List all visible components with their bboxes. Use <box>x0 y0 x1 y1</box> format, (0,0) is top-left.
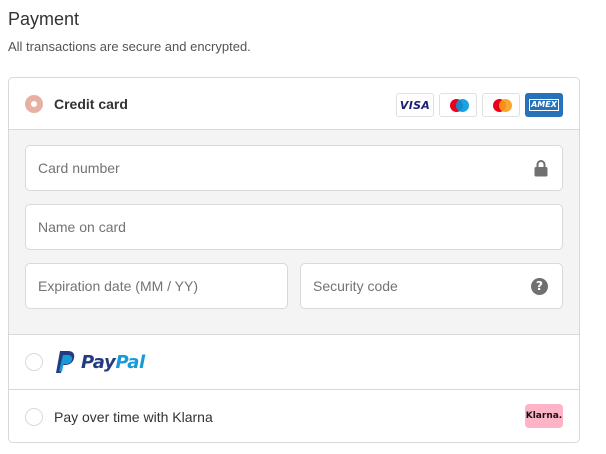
payment-option-credit-card[interactable]: Credit card VISA AMEX <box>9 78 579 130</box>
klarna-label: Pay over time with Klarna <box>54 409 213 425</box>
security-code-field[interactable]: ? <box>300 263 563 309</box>
credit-card-label: Credit card <box>54 95 128 112</box>
paypal-text-light: Pal <box>115 351 145 373</box>
help-circle-icon[interactable]: ? <box>531 278 548 295</box>
mastercard-circle-orange <box>499 99 512 112</box>
mastercard-icon <box>482 93 520 117</box>
visa-icon: VISA <box>396 93 434 117</box>
visa-logo-text: VISA <box>399 98 431 112</box>
credit-card-form: ? <box>9 130 579 334</box>
security-code-input[interactable] <box>301 264 562 308</box>
maestro-icon <box>439 93 477 117</box>
payment-methods-box: Credit card VISA AMEX Card number Name o… <box>8 77 580 443</box>
paypal-radio[interactable] <box>25 353 43 371</box>
payment-option-klarna[interactable]: Pay over time with Klarna Klarna. <box>9 390 579 442</box>
card-brand-logos: VISA AMEX <box>396 93 563 117</box>
maestro-circle-blue <box>456 99 469 112</box>
card-number-input[interactable] <box>26 146 562 190</box>
credit-card-radio[interactable] <box>25 94 43 113</box>
paypal-logo: PayPal <box>54 350 145 374</box>
paypal-text-dark: Pay <box>81 351 116 373</box>
expiration-date-input[interactable] <box>26 264 287 308</box>
amex-icon: AMEX <box>525 93 563 117</box>
payment-option-paypal[interactable]: PayPal <box>9 334 579 390</box>
page-subtitle: All transactions are secure and encrypte… <box>8 39 251 54</box>
expiration-date-field[interactable] <box>25 263 288 309</box>
name-on-card-field[interactable] <box>25 204 563 250</box>
page-title: Payment <box>8 9 80 29</box>
klarna-logo-badge: Klarna. <box>525 404 563 428</box>
name-on-card-input[interactable] <box>26 205 562 249</box>
amex-logo-text: AMEX <box>529 99 559 111</box>
paypal-p-icon <box>56 351 75 373</box>
card-number-field[interactable] <box>25 145 563 191</box>
klarna-radio[interactable] <box>25 408 43 426</box>
lock-icon <box>534 160 548 177</box>
